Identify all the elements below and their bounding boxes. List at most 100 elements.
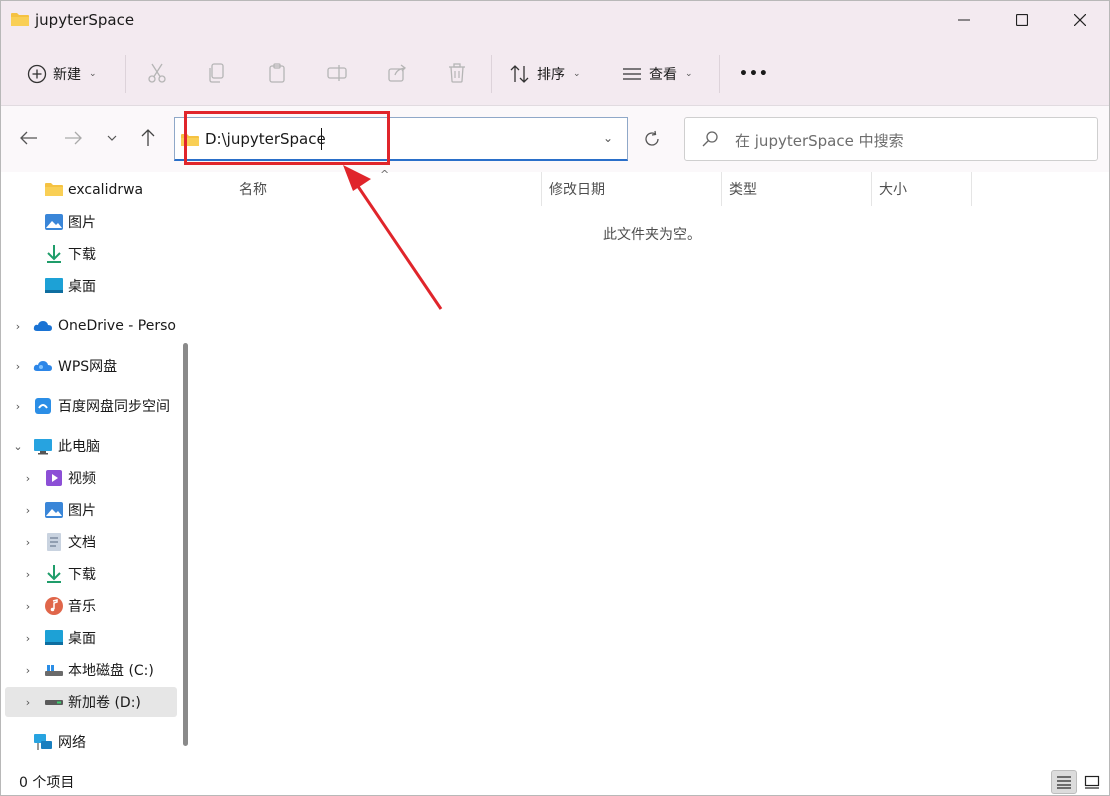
address-path: D:\jupyterSpace (205, 130, 326, 148)
sidebar-item-wps-drive[interactable]: › WPS网盘 (1, 351, 177, 381)
sidebar-item-new-volume-d[interactable]: › 新加卷 (D:) (5, 687, 177, 717)
onedrive-icon (33, 321, 52, 331)
rename-button[interactable] (325, 61, 349, 85)
sidebar-item-label: 本地磁盘 (C:) (68, 663, 154, 679)
navigation-pane: excalidrwa 图片 下载 桌面 › OneDrive - Perso ›… (1, 172, 197, 766)
sidebar-item-pictures[interactable]: 图片 (1, 207, 177, 237)
column-divider[interactable] (541, 172, 542, 206)
trash-icon (449, 63, 465, 83)
sidebar-item-desktop[interactable]: › 桌面 (1, 623, 177, 653)
tiles-view-icon (1084, 775, 1100, 789)
large-icons-view-button[interactable] (1079, 770, 1105, 794)
column-header-name[interactable]: 名称 (239, 179, 267, 199)
chevron-right-icon[interactable]: › (11, 320, 25, 333)
sort-label: 排序 (537, 67, 565, 83)
chevron-down-icon[interactable]: ⌄ (11, 440, 25, 453)
column-divider[interactable] (971, 172, 972, 206)
copy-button[interactable] (205, 61, 229, 85)
details-view-button[interactable] (1051, 770, 1077, 794)
cut-button[interactable] (145, 61, 169, 85)
chevron-right-icon[interactable]: › (21, 664, 35, 677)
maximize-button[interactable] (993, 1, 1051, 39)
maximize-icon (1016, 14, 1028, 26)
column-divider[interactable] (721, 172, 722, 206)
sidebar-item-local-disk-c[interactable]: › 本地磁盘 (C:) (1, 655, 177, 685)
drive-icon (45, 700, 63, 705)
details-view-icon (1057, 776, 1071, 789)
close-icon (1074, 14, 1086, 26)
share-icon (388, 64, 406, 82)
videos-icon (46, 470, 62, 486)
more-options-button[interactable]: ••• (739, 57, 769, 91)
command-bar: 新建 ⌄ 排序 ⌄ 查看 ⌄ ••• (1, 41, 1109, 106)
sidebar-item-documents[interactable]: › 文档 (1, 527, 177, 557)
sidebar-item-pictures[interactable]: › 图片 (1, 495, 177, 525)
sidebar-item-label: excalidrwa (68, 182, 144, 198)
recent-locations-button[interactable] (100, 126, 124, 150)
sidebar-item-label: 此电脑 (58, 439, 100, 455)
minimize-button[interactable] (935, 1, 993, 39)
chevron-down-icon: ⌄ (685, 69, 693, 79)
back-button[interactable] (17, 126, 41, 150)
sort-icon (510, 65, 529, 83)
plus-circle-icon (27, 64, 47, 84)
column-header-size[interactable]: 大小 (879, 179, 907, 199)
sidebar-item-excalidrwa[interactable]: excalidrwa (1, 175, 177, 205)
sidebar-item-music[interactable]: › 音乐 (1, 591, 177, 621)
pictures-icon (45, 502, 63, 518)
forward-button[interactable] (61, 126, 85, 150)
sort-button[interactable]: 排序 ⌄ (509, 57, 581, 91)
status-bar: 0 个项目 (1, 766, 1109, 795)
sidebar-item-label: OneDrive - Perso (58, 318, 176, 334)
chevron-down-icon: ⌄ (89, 69, 97, 79)
sidebar-item-downloads[interactable]: 下载 (1, 239, 177, 269)
new-label: 新建 (53, 67, 81, 83)
paste-button[interactable] (265, 61, 289, 85)
chevron-right-icon[interactable]: › (21, 696, 35, 709)
chevron-right-icon[interactable]: › (11, 400, 25, 413)
sidebar-item-videos[interactable]: › 视频 (1, 463, 177, 493)
sidebar-item-baidu-sync[interactable]: › 百度网盘同步空间 (1, 391, 177, 421)
sidebar-item-label: 图片 (68, 215, 96, 231)
view-list-icon (623, 68, 641, 80)
refresh-button[interactable] (635, 117, 669, 161)
chevron-right-icon[interactable]: › (21, 600, 35, 613)
view-button[interactable]: 查看 ⌄ (621, 57, 693, 91)
sidebar-scrollbar[interactable] (183, 343, 188, 746)
chevron-right-icon[interactable]: › (21, 632, 35, 645)
empty-folder-message: 此文件夹为空。 (603, 227, 701, 243)
address-dropdown-chevron-icon[interactable]: ⌄ (603, 131, 613, 145)
pictures-icon (45, 214, 63, 230)
sidebar-item-label: 百度网盘同步空间 (58, 399, 170, 415)
sidebar-item-network[interactable]: 网络 (1, 727, 177, 757)
column-header-modified[interactable]: 修改日期 (549, 179, 605, 199)
column-divider[interactable] (871, 172, 872, 206)
folder-icon (11, 13, 29, 26)
address-bar[interactable]: D:\jupyterSpace ⌄ (174, 117, 628, 161)
chevron-right-icon[interactable]: › (11, 360, 25, 373)
sidebar-item-label: 桌面 (68, 279, 96, 295)
chevron-right-icon[interactable]: › (21, 472, 35, 485)
toolbar-divider (719, 55, 720, 93)
share-button[interactable] (385, 61, 409, 85)
arrow-right-icon (65, 131, 82, 145)
search-box[interactable]: 在 jupyterSpace 中搜索 (684, 117, 1098, 161)
chevron-right-icon[interactable]: › (21, 504, 35, 517)
title-bar: jupyterSpace (1, 1, 1109, 41)
sidebar-item-label: 文档 (68, 535, 96, 551)
this-pc-icon (34, 439, 52, 455)
column-header-type[interactable]: 类型 (729, 179, 757, 199)
search-icon (702, 131, 718, 147)
scissors-icon (148, 63, 166, 83)
sidebar-item-this-pc[interactable]: ⌄ 此电脑 (1, 431, 177, 461)
sidebar-item-onedrive[interactable]: › OneDrive - Perso (1, 311, 177, 341)
up-button[interactable] (136, 126, 160, 150)
sidebar-item-downloads[interactable]: › 下载 (1, 559, 177, 589)
chevron-right-icon[interactable]: › (21, 536, 35, 549)
delete-button[interactable] (445, 61, 469, 85)
chevron-right-icon[interactable]: › (21, 568, 35, 581)
sidebar-item-desktop[interactable]: 桌面 (1, 271, 177, 301)
close-button[interactable] (1051, 1, 1109, 39)
new-button[interactable]: 新建 ⌄ (27, 57, 97, 91)
sidebar-item-label: 下载 (68, 567, 96, 583)
